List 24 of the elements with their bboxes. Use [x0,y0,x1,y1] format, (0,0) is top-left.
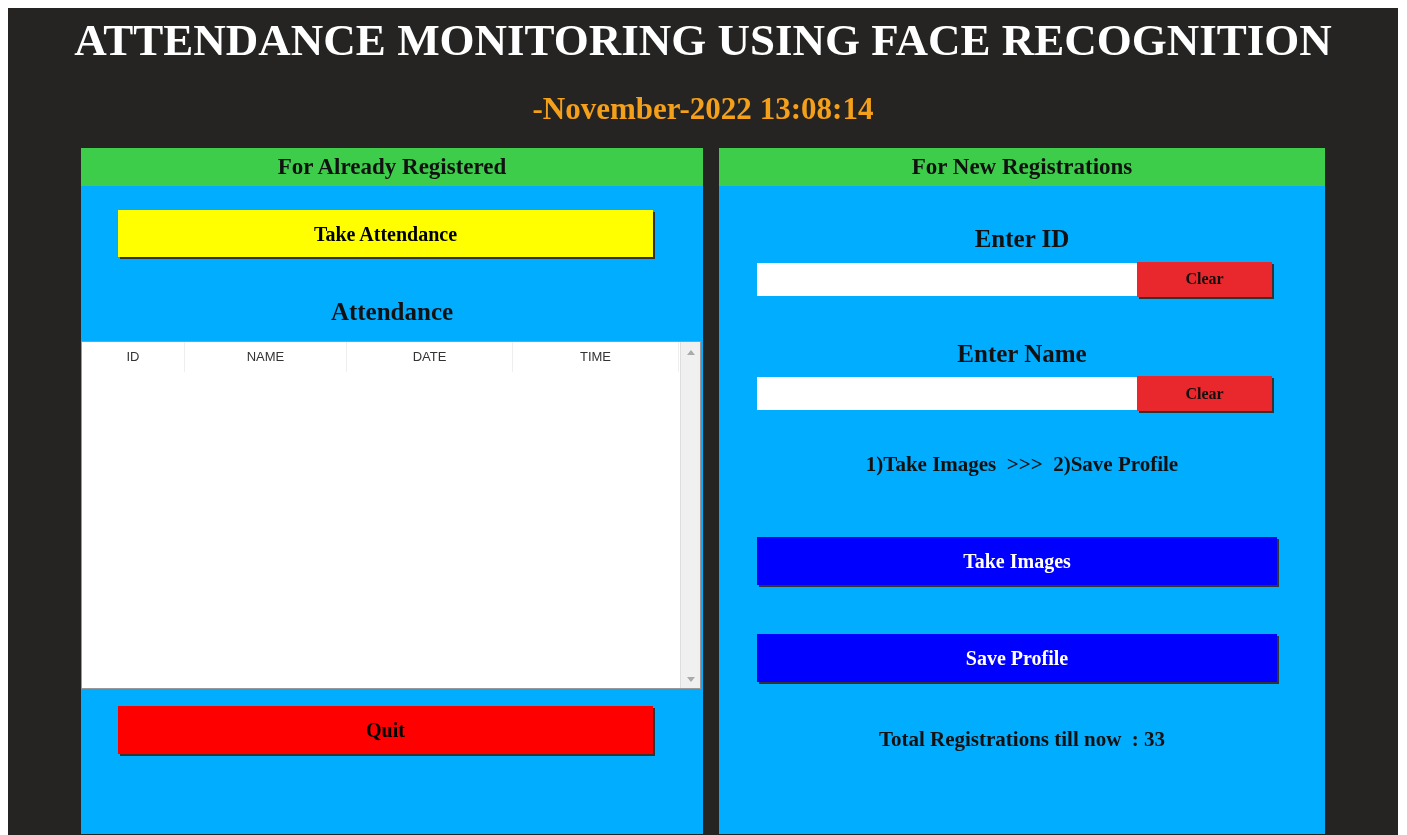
scroll-down-icon[interactable] [685,675,696,684]
input-field[interactable] [757,262,1137,296]
instructions-text: 1)Take Images >>> 2)Save Profile [864,451,1180,478]
panel-header: For New Registrations [719,148,1325,186]
clear-button[interactable]: Clear [1137,261,1272,297]
column-header[interactable]: TIME [513,341,679,372]
quit-button[interactable]: Quit [118,705,653,754]
date-label: -November-2022 [532,92,752,126]
panel-header: For Already Registered [81,148,703,186]
clock-label: 13:08:14 [759,92,874,126]
take-attendance-button[interactable]: Take Attendance [118,210,653,257]
column-header[interactable]: DATE [347,341,513,372]
column-header[interactable]: ID [82,341,185,372]
total-registrations-label: Total Registrations till now : 33 [877,725,1167,753]
field-label: Enter Name [956,338,1088,369]
column-header[interactable]: NAME [185,341,347,372]
field-label: Enter ID [973,224,1071,254]
save-profile-button[interactable]: Save Profile [757,633,1277,682]
window-title: ATTENDANCE MONITORING USING FACE RECOGNITION [73,14,1333,66]
table-title: Attendance [329,297,455,327]
take-images-button[interactable]: Take Images [757,536,1277,585]
scrollbar[interactable] [680,341,700,688]
clear-button[interactable]: Clear [1137,376,1272,411]
input-field[interactable] [757,377,1137,410]
